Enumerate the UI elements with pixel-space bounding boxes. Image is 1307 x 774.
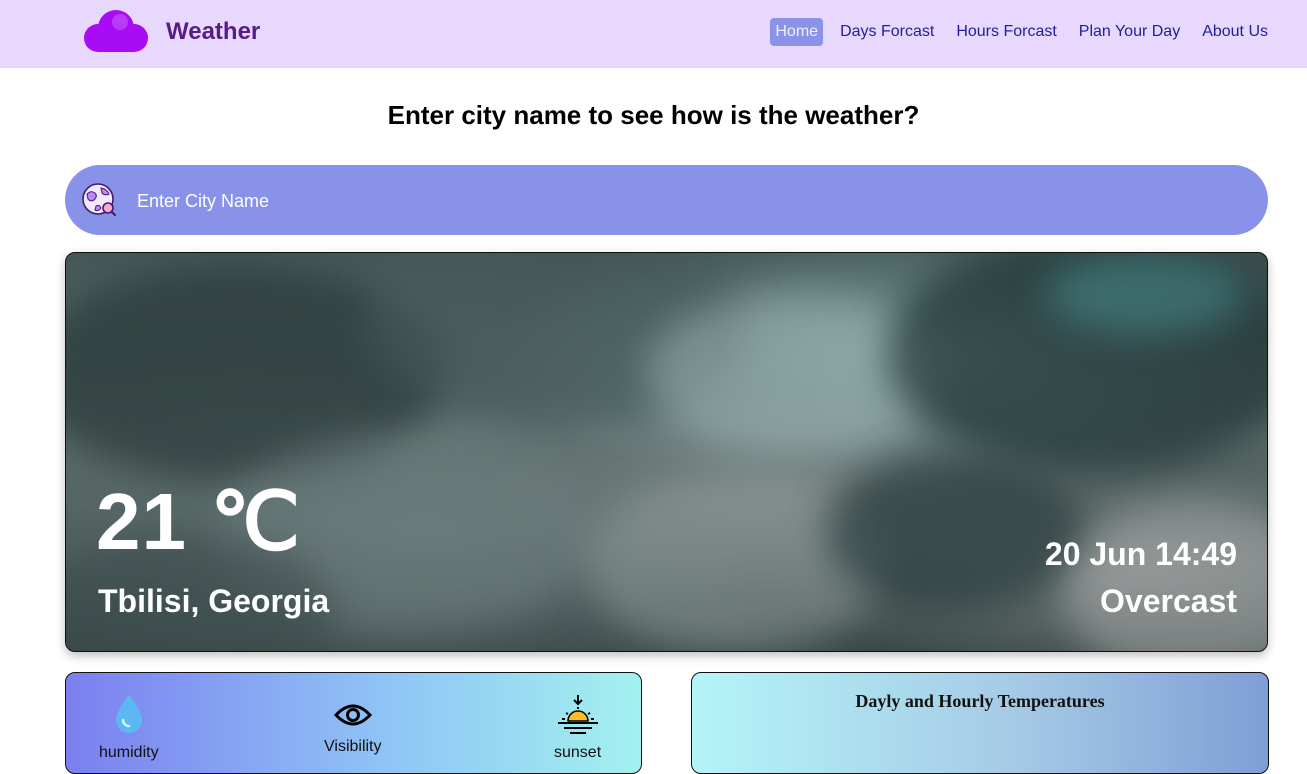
brand[interactable]: Weather	[80, 8, 260, 56]
temperatures-card-title: Dayly and Hourly Temperatures	[855, 691, 1105, 711]
city-search-input[interactable]	[135, 183, 1239, 219]
current-location: Tbilisi, Georgia	[98, 583, 330, 619]
navbar: Weather Home Days Forcast Hours Forcast …	[0, 0, 1307, 68]
nav-days-forcast[interactable]: Days Forcast	[835, 18, 939, 46]
cloud-icon	[80, 8, 150, 56]
page-headline: Enter city name to see how is the weathe…	[387, 100, 920, 130]
current-condition: Overcast	[1100, 583, 1237, 619]
stat-sunset: sunset	[554, 693, 601, 762]
water-drop-icon	[113, 693, 145, 740]
current-weather-card: 21 ℃ Tbilisi, Georgia 20 Jun 14:49 Overc…	[65, 252, 1268, 652]
nav-plan-your-day[interactable]: Plan Your Day	[1074, 18, 1185, 46]
current-datetime: 20 Jun 14:49	[1044, 536, 1237, 572]
nav-home[interactable]: Home	[770, 18, 824, 46]
temperatures-card: Dayly and Hourly Temperatures	[691, 672, 1269, 774]
eye-icon	[333, 701, 372, 734]
nav-about-us[interactable]: About Us	[1197, 18, 1273, 46]
current-temperature: 21 ℃	[96, 477, 302, 566]
globe-search-icon[interactable]	[81, 182, 117, 218]
nav-hours-forcast[interactable]: Hours Forcast	[951, 18, 1061, 46]
nav-links: Home Days Forcast Hours Forcast Plan You…	[758, 18, 1273, 46]
stat-label-visibility: Visibility	[324, 738, 382, 755]
brand-name: Weather	[166, 18, 261, 45]
stat-visibility: Visibility	[324, 701, 382, 756]
stat-label-sunset: sunset	[554, 744, 602, 761]
sunset-icon	[556, 693, 600, 740]
weather-stats-card: humidity Visibility sunset	[65, 672, 642, 774]
stat-label-humidity: humidity	[99, 744, 159, 761]
search-bar	[65, 165, 1268, 235]
stat-humidity: humidity	[99, 693, 159, 762]
